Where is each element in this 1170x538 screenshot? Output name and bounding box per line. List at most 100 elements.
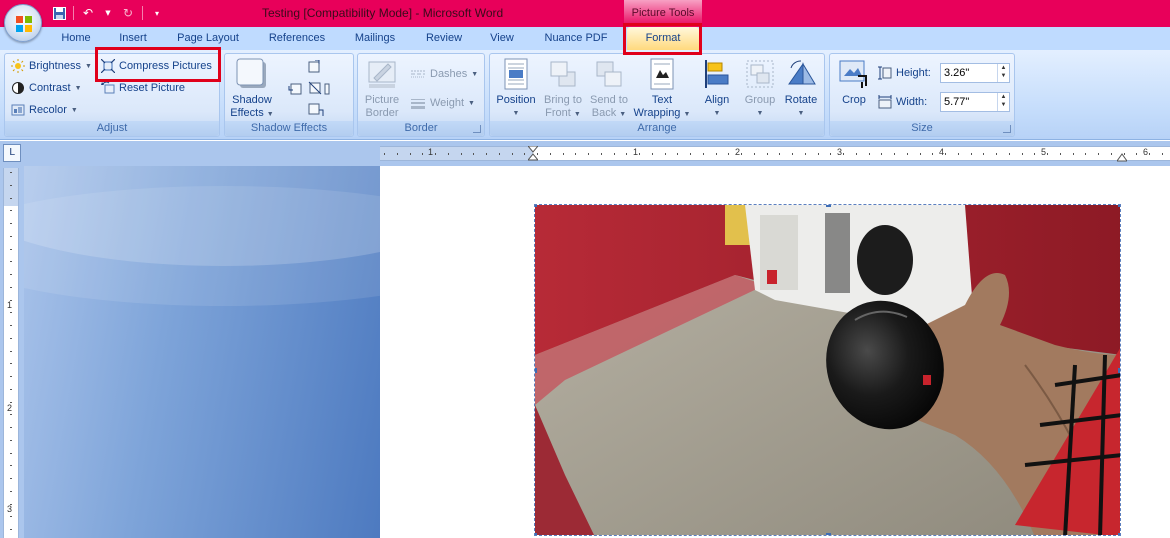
- crop-button[interactable]: Crop: [834, 58, 874, 107]
- nudge-shadow-left-icon[interactable]: [288, 83, 302, 95]
- ruler-tick: [613, 153, 615, 155]
- tab-review[interactable]: Review: [420, 27, 468, 51]
- ruler-tick: [600, 153, 602, 155]
- ruler-tick: [1059, 153, 1061, 155]
- customize-icon[interactable]: ▾: [148, 5, 166, 21]
- text-wrapping-button[interactable]: Text Wrapping ▼: [632, 58, 692, 121]
- width-input[interactable]: 5.77" ▲ ▼: [940, 92, 1010, 112]
- recolor-button[interactable]: Recolor ▼: [11, 101, 78, 119]
- ruler-tick: [626, 153, 628, 155]
- text-wrapping-label-2: Wrapping ▼: [633, 107, 691, 119]
- vertical-ruler[interactable]: 1 2 3: [3, 168, 19, 538]
- bring-to-front-button[interactable]: Bring to Front ▼: [540, 58, 586, 121]
- resize-handle[interactable]: [1118, 533, 1120, 535]
- tab-selector[interactable]: L: [3, 144, 21, 162]
- redo-icon[interactable]: ↻: [119, 5, 137, 21]
- rotate-label: Rotate: [784, 94, 818, 106]
- resize-handle[interactable]: [1118, 205, 1120, 207]
- ruler-tick: [1072, 153, 1074, 155]
- arrange-group: Position ▼ Bring to Front ▼ Send to Back…: [489, 53, 825, 137]
- weight-button[interactable]: Weight ▼: [410, 94, 475, 112]
- tab-view[interactable]: View: [484, 27, 520, 51]
- chevron-down-icon: ▼: [70, 106, 78, 114]
- group-label: Group: [744, 94, 776, 106]
- nudge-shadow-down-icon[interactable]: [308, 103, 324, 116]
- resize-handle[interactable]: [535, 368, 537, 373]
- ruler-tick: [932, 153, 934, 155]
- spinner-down-icon[interactable]: ▼: [1001, 102, 1007, 108]
- resize-handle[interactable]: [1118, 368, 1120, 373]
- position-button[interactable]: Position ▼: [492, 58, 540, 120]
- shadow-toggle-icon[interactable]: [308, 81, 322, 95]
- tab-mailings[interactable]: Mailings: [346, 27, 404, 51]
- dashes-button[interactable]: Dashes ▼: [410, 65, 478, 83]
- save-icon[interactable]: [50, 5, 68, 21]
- size-dialog-launcher[interactable]: [1003, 125, 1011, 133]
- height-input[interactable]: 3.26" ▲ ▼: [940, 63, 1010, 83]
- ruler-number: 2: [735, 147, 741, 157]
- ruler-tick: [753, 153, 755, 155]
- ruler-tick: [804, 153, 806, 155]
- border-dialog-launcher[interactable]: [473, 125, 481, 133]
- ruler-tick: [741, 153, 742, 155]
- first-line-indent-marker[interactable]: [528, 146, 538, 162]
- ruler-tick: [855, 153, 857, 155]
- ruler-number: 1: [428, 147, 434, 157]
- nudge-shadow-up-icon[interactable]: [308, 59, 320, 73]
- resize-handle[interactable]: [826, 533, 831, 535]
- resize-handle[interactable]: [535, 205, 537, 207]
- ruler-tick: [1021, 153, 1023, 155]
- ruler-tick: [868, 153, 870, 155]
- rotate-button[interactable]: Rotate ▼: [780, 58, 822, 120]
- spinner-up-icon[interactable]: ▲: [1001, 94, 1007, 100]
- ruler-tick: [575, 153, 577, 155]
- office-button[interactable]: [4, 4, 42, 42]
- nudge-shadow-right-icon[interactable]: [324, 83, 330, 95]
- resize-handle[interactable]: [535, 533, 537, 535]
- group-button[interactable]: Group ▼: [740, 58, 780, 120]
- background-sheen: [24, 186, 380, 306]
- ruler-tick: [384, 153, 385, 155]
- ruler-tick: [10, 427, 12, 428]
- ruler-tick: [1047, 153, 1048, 155]
- ruler-tick: [10, 452, 12, 454]
- ruler-tick: [10, 312, 12, 314]
- ruler-tick: [473, 153, 475, 155]
- tab-nuance-pdf[interactable]: Nuance PDF: [538, 27, 614, 51]
- width-spinner[interactable]: ▲ ▼: [997, 93, 1009, 111]
- spinner-up-icon[interactable]: ▲: [1001, 65, 1007, 71]
- brightness-button[interactable]: Brightness ▼: [11, 57, 92, 75]
- ruler-tick: [919, 153, 921, 155]
- shadow-effects-label-2: Effects ▼: [230, 107, 274, 119]
- send-to-back-button[interactable]: Send to Back ▼: [586, 58, 632, 121]
- size-group: Crop Height: 3.26" ▲ ▼ Width: 5.77" ▲ ▼ Si…: [829, 53, 1015, 137]
- tab-home[interactable]: Home: [56, 27, 96, 51]
- spinner-down-icon[interactable]: ▼: [1001, 73, 1007, 79]
- undo-icon[interactable]: ↶: [79, 5, 97, 21]
- contrast-label: Contrast: [29, 82, 71, 94]
- ruler-tick: [881, 153, 883, 155]
- document-page[interactable]: [380, 166, 1170, 538]
- align-button[interactable]: Align ▼: [696, 58, 738, 120]
- undo-dropdown-icon[interactable]: ▼: [99, 5, 117, 21]
- bring-to-front-icon: [547, 58, 579, 90]
- ruler-tick: [524, 153, 526, 155]
- horizontal-ruler[interactable]: 1 1 2 3 4 5 6: [380, 146, 1170, 162]
- ruler-tick: [511, 153, 513, 155]
- ruler-tick: [10, 274, 12, 275]
- right-indent-marker[interactable]: [1117, 152, 1127, 162]
- shadow-effects-icon: [236, 58, 268, 90]
- selected-picture[interactable]: [534, 204, 1121, 536]
- shadow-effects-button[interactable]: Shadow Effects ▼: [229, 58, 275, 121]
- contrast-button[interactable]: Contrast ▼: [11, 79, 82, 97]
- ruler-tick: [10, 465, 12, 467]
- bring-to-front-label-1: Bring to: [544, 94, 582, 106]
- border-group: Picture Border ▼ Dashes ▼ Weight ▼ Borde…: [357, 53, 485, 137]
- ruler-margin-left: [380, 147, 533, 160]
- tab-references[interactable]: References: [262, 27, 332, 51]
- ruler-tick: [10, 516, 12, 518]
- ruler-number: 3: [837, 147, 843, 157]
- ruler-tick: [1110, 153, 1112, 155]
- height-spinner[interactable]: ▲ ▼: [997, 64, 1009, 82]
- resize-handle[interactable]: [826, 205, 831, 207]
